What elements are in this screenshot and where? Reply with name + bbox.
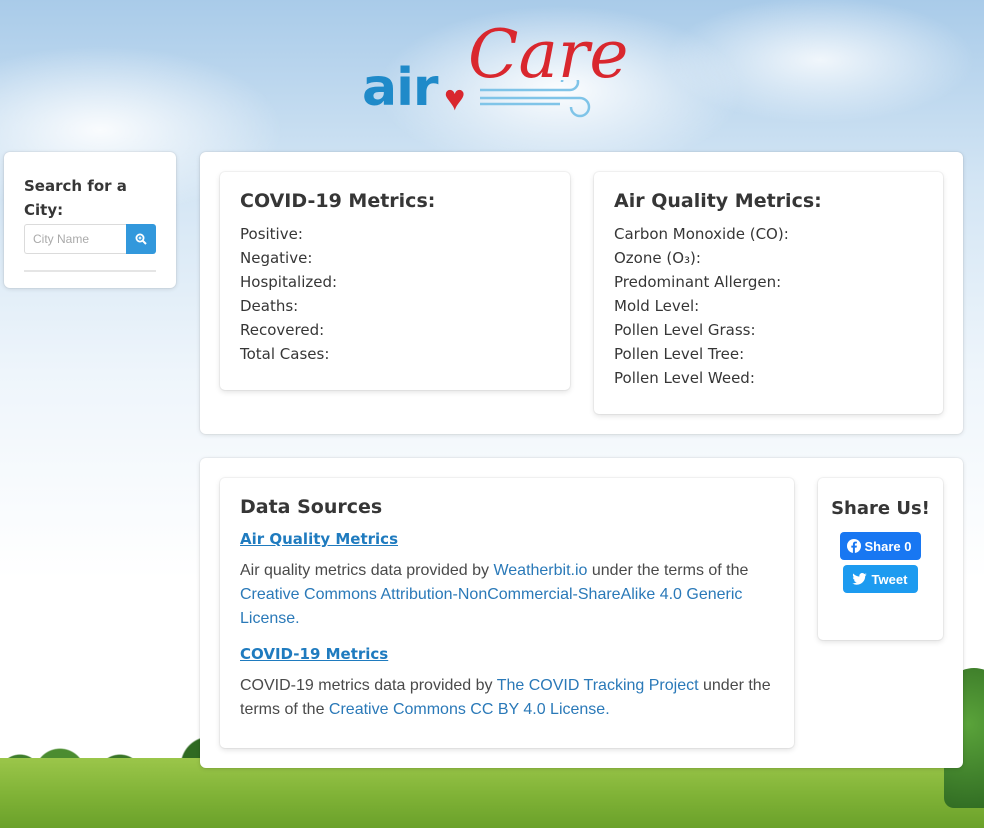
wind-icon (480, 80, 591, 118)
weatherbit-link[interactable]: Weatherbit.io (493, 562, 587, 579)
search-panel: Search for a City: (4, 152, 176, 288)
facebook-share-button[interactable]: Share 0 (839, 532, 922, 560)
air-quality-metrics-title: Air Quality Metrics: (614, 190, 822, 212)
aq-license-link[interactable]: Creative Commons Attribution-NonCommerci… (240, 586, 742, 627)
search-icon (135, 233, 147, 245)
metric-ozone: Ozone (O₃): (614, 249, 701, 267)
city-search-input[interactable] (24, 224, 126, 254)
covid-metrics-card: COVID-19 Metrics: Positive: Negative: Ho… (220, 172, 570, 390)
air-quality-source-text: Air quality metrics data provided by Wea… (240, 559, 774, 631)
twitter-tweet-button[interactable]: Tweet (842, 565, 919, 593)
metric-pollen-grass: Pollen Level Grass: (614, 321, 756, 339)
data-sources-card: Data Sources Air Quality Metrics Air qua… (220, 478, 794, 748)
covid-license-link[interactable]: Creative Commons CC BY 4.0 License. (329, 701, 610, 718)
search-button[interactable] (126, 224, 156, 254)
metric-predominant-allergen: Predominant Allergen: (614, 273, 782, 291)
covid-metrics-title: COVID-19 Metrics: (240, 190, 436, 212)
data-sources-title: Data Sources (240, 496, 383, 518)
aq-text-middle: under the terms of the (587, 562, 749, 579)
metric-carbon-monoxide: Carbon Monoxide (CO): (614, 225, 789, 243)
covid-text-before: COVID-19 metrics data provided by (240, 677, 497, 694)
search-title: Search for a City: (24, 177, 127, 219)
search-divider (24, 270, 156, 272)
covid-source-text: COVID-19 metrics data provided by The CO… (240, 674, 774, 722)
metric-mold-level: Mold Level: (614, 297, 700, 315)
twitter-icon (851, 573, 867, 585)
air-quality-metrics-card: Air Quality Metrics: Carbon Monoxide (CO… (594, 172, 943, 414)
metric-total-cases: Total Cases: (240, 345, 330, 363)
metric-recovered: Recovered: (240, 321, 325, 339)
sources-panel: Data Sources Air Quality Metrics Air qua… (200, 458, 963, 768)
twitter-tweet-label: Tweet (871, 571, 908, 587)
metric-pollen-weed: Pollen Level Weed: (614, 369, 755, 387)
facebook-icon (846, 539, 861, 553)
aircare-logo: air ♥ Care (360, 16, 628, 118)
metric-pollen-tree: Pollen Level Tree: (614, 345, 745, 363)
aq-text-before: Air quality metrics data provided by (240, 562, 494, 579)
logo-air-text: air (362, 58, 439, 118)
search-row (24, 224, 156, 254)
heart-icon: ♥ (444, 77, 466, 118)
metric-positive: Positive: (240, 225, 303, 243)
metric-hospitalized: Hospitalized: (240, 273, 338, 291)
share-card: Share Us! Share 0 Tweet (818, 478, 943, 640)
covid-tracking-project-link[interactable]: The COVID Tracking Project (497, 677, 699, 694)
facebook-share-label: Share 0 (864, 538, 912, 554)
air-quality-metrics-link[interactable]: Air Quality Metrics (240, 530, 398, 548)
metrics-panel: COVID-19 Metrics: Positive: Negative: Ho… (200, 152, 963, 434)
metric-deaths: Deaths: (240, 297, 299, 315)
metric-negative: Negative: (240, 249, 313, 267)
covid-metrics-link[interactable]: COVID-19 Metrics (240, 645, 388, 663)
share-title: Share Us! (831, 498, 930, 519)
grass-ground-decoration (0, 758, 984, 828)
